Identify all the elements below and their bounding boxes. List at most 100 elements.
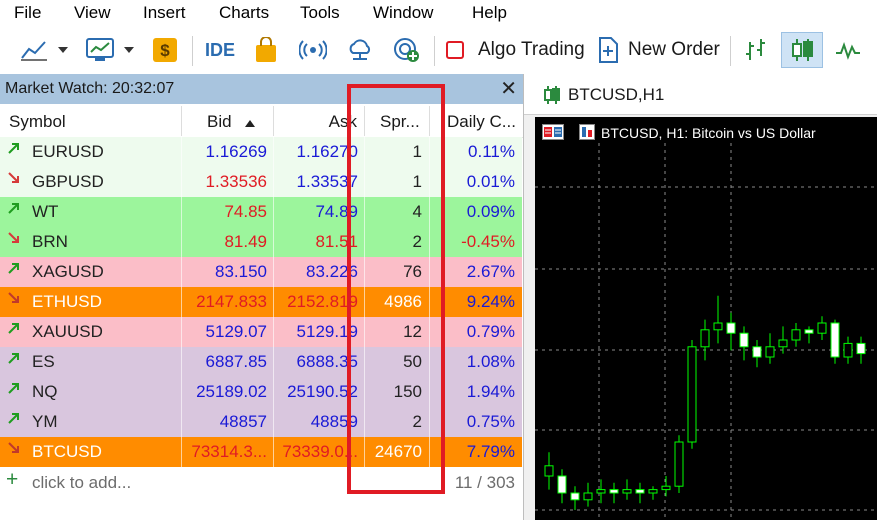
algo-trading-button[interactable]: Algo Trading <box>444 32 586 68</box>
cell-divider <box>273 407 274 437</box>
symbol-count: 11 / 303 <box>454 473 515 492</box>
candlestick-icon <box>542 84 562 111</box>
chevron-down-icon[interactable] <box>121 32 137 68</box>
one-click-trading-icon[interactable] <box>542 124 564 145</box>
dashboard-icon[interactable] <box>80 32 120 68</box>
line-chart-icon[interactable] <box>16 32 52 68</box>
cell-divider <box>273 227 274 257</box>
arrow-up-right-icon <box>7 381 21 399</box>
symbol-cell: WT <box>32 202 59 221</box>
bar-chart-icon[interactable] <box>738 32 774 68</box>
cell-divider <box>181 167 182 197</box>
symbol-cell: GBPUSD <box>32 172 104 191</box>
column-divider[interactable] <box>181 106 182 136</box>
toolbar-separator <box>434 36 435 66</box>
cell-divider <box>181 137 182 167</box>
candle-body <box>765 346 775 358</box>
line-wave-icon[interactable] <box>830 32 866 68</box>
symbol-cell: YM <box>32 412 58 431</box>
candlestick-icon[interactable] <box>781 32 823 68</box>
shopping-bag-icon[interactable] <box>250 32 282 68</box>
menu-tools[interactable]: Tools <box>300 3 340 23</box>
symbol-cell: EURUSD <box>32 142 104 161</box>
chevron-down-icon[interactable] <box>55 32 71 68</box>
bid-cell: 73314.3... <box>191 442 267 461</box>
bid-cell: 5129.07 <box>205 322 267 341</box>
vps-globe-icon[interactable] <box>390 32 424 68</box>
column-daily-change[interactable]: Daily C... <box>447 112 516 132</box>
chart-window: BTCUSD,H1 BTCUSD, H1: Bitcoin vs US Doll… <box>524 74 877 520</box>
candle-body <box>674 441 684 487</box>
cell-divider <box>273 287 274 317</box>
candle-body <box>557 475 567 494</box>
cell-divider <box>181 437 182 467</box>
candle-body <box>570 492 580 501</box>
cell-divider <box>181 287 182 317</box>
toolbar-separator <box>192 36 193 66</box>
plus-icon: + <box>6 468 19 491</box>
cell-divider <box>181 227 182 257</box>
arrow-up-right-icon <box>7 411 21 429</box>
candle-body <box>752 346 762 358</box>
menu-insert[interactable]: Insert <box>143 3 186 23</box>
candle-body <box>609 489 619 494</box>
spread-column-highlight <box>347 84 445 494</box>
menu-window[interactable]: Window <box>373 3 433 23</box>
cell-divider <box>273 257 274 287</box>
signal-broadcast-icon[interactable] <box>297 32 329 68</box>
bid-cell: 48857 <box>219 412 267 431</box>
new-order-button[interactable]: New Order <box>596 32 724 68</box>
symbol-cell: ETHUSD <box>32 292 102 311</box>
cell-divider <box>273 167 274 197</box>
cell-divider <box>181 407 182 437</box>
daily-change-cell: 1.08% <box>466 352 515 371</box>
symbol-cell: BRN <box>32 232 68 251</box>
dollar-coin-icon[interactable]: $ <box>148 32 182 68</box>
bid-cell: 74.85 <box>224 202 267 221</box>
toolbar-separator <box>730 36 731 66</box>
arrow-up-right-icon <box>7 201 21 219</box>
arrow-down-right-icon <box>7 291 21 309</box>
close-icon[interactable]: ✕ <box>500 76 517 101</box>
cell-divider <box>273 437 274 467</box>
arrow-up-right-icon <box>7 261 21 279</box>
cell-divider <box>273 377 274 407</box>
bid-cell: 1.33536 <box>205 172 267 191</box>
chart-tab-btcusd[interactable]: BTCUSD,H1 <box>524 74 877 115</box>
arrow-up-right-icon <box>7 321 21 339</box>
menu-charts[interactable]: Charts <box>219 3 269 23</box>
column-bid[interactable]: Bid <box>207 112 232 132</box>
daily-change-cell: 1.94% <box>466 382 515 401</box>
market-watch-panel: Market Watch: 20:32:07 ✕ Symbol Bid Ask … <box>0 74 524 520</box>
chart-properties-icon[interactable] <box>579 124 595 145</box>
arrow-up-right-icon <box>7 141 21 159</box>
chart-tab-title: BTCUSD,H1 <box>568 85 665 104</box>
candle-body <box>830 322 840 358</box>
candle-body <box>739 332 749 348</box>
candle-body <box>843 342 853 358</box>
candle-body <box>648 489 658 494</box>
arrow-down-right-icon <box>7 231 21 249</box>
column-divider[interactable] <box>273 106 274 136</box>
ide-icon[interactable]: IDE <box>200 32 240 68</box>
chart-canvas[interactable]: BTCUSD, H1: Bitcoin vs US Dollar <box>535 117 877 520</box>
new-order-icon <box>599 37 618 63</box>
candle-body <box>635 489 645 494</box>
menu-view[interactable]: View <box>74 3 111 23</box>
symbol-cell: BTCUSD <box>32 442 102 461</box>
svg-text:$: $ <box>160 41 170 60</box>
cell-divider <box>181 317 182 347</box>
candle-body <box>687 346 697 443</box>
menu-help[interactable]: Help <box>472 3 507 23</box>
column-symbol[interactable]: Symbol <box>9 112 66 132</box>
candle-body <box>791 329 801 341</box>
cloud-icon[interactable] <box>343 32 377 68</box>
menu-file[interactable]: File <box>14 3 41 23</box>
cell-divider <box>273 197 274 227</box>
candle-body <box>778 339 788 348</box>
symbol-cell: XAUUSD <box>32 322 103 341</box>
add-symbol-label: click to add... <box>32 473 132 492</box>
daily-change-cell: 7.79% <box>466 442 515 461</box>
candle-body <box>856 342 866 355</box>
daily-change-cell: 0.01% <box>466 172 515 191</box>
